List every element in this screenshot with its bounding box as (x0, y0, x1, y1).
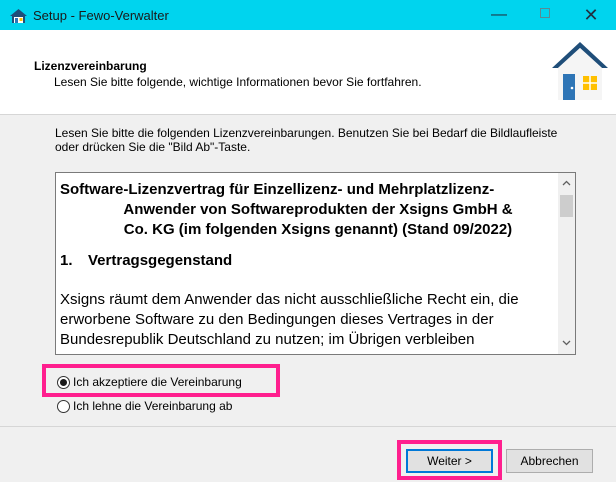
license-textbox[interactable]: Software-Lizenzvertrag für Einzellizenz-… (55, 172, 576, 355)
license-paragraph: Xsigns räumt dem Anwender das nicht auss… (60, 291, 519, 348)
chevron-down-icon (562, 340, 571, 346)
license-content: Software-Lizenzvertrag für Einzellizenz-… (60, 180, 556, 350)
chevron-up-icon (562, 180, 571, 186)
maximize-button[interactable] (522, 0, 568, 30)
license-heading: Software-Lizenzvertrag für Einzellizenz-… (60, 180, 556, 240)
accept-radio-label[interactable]: Ich akzeptiere die Vereinbarung (73, 375, 242, 389)
license-heading-line2: Anwender von Softwareprodukten der Xsign… (123, 201, 513, 218)
scroll-up-arrow[interactable] (558, 175, 575, 192)
accept-radio-button[interactable] (57, 375, 70, 389)
minimize-button[interactable]: — (476, 0, 522, 30)
footer-divider (0, 426, 616, 427)
page-subtitle: Lesen Sie bitte folgende, wichtige Infor… (54, 75, 422, 89)
vertical-scrollbar[interactable] (558, 173, 575, 354)
accept-radio-option[interactable]: Ich akzeptiere die Vereinbarung (57, 373, 242, 391)
section-title: Vertragsgegenstand (88, 252, 233, 269)
decline-radio-label[interactable]: Ich lehne die Vereinbarung ab (73, 399, 232, 413)
cancel-button[interactable]: Abbrechen (506, 449, 593, 473)
window-title: Setup - Fewo-Verwalter (33, 8, 169, 23)
section-number: 1. (60, 252, 73, 269)
maximize-icon (540, 8, 550, 19)
scrollbar-thumb[interactable] (560, 195, 573, 217)
intro-text: Lesen Sie bitte die folgenden Lizenzvere… (55, 126, 558, 154)
house-icon (552, 42, 608, 100)
page-title: Lizenzvereinbarung (34, 59, 147, 73)
decline-radio-option[interactable]: Ich lehne die Vereinbarung ab (57, 397, 232, 415)
license-heading-line1: Software-Lizenzvertrag für Einzellizenz-… (60, 181, 495, 198)
wizard-header: Lizenzvereinbarung Lesen Sie bitte folge… (0, 30, 616, 115)
license-section-heading: 1. Vertragsgegenstand (60, 251, 556, 271)
decline-radio-button[interactable] (57, 399, 70, 413)
app-house-icon (10, 9, 27, 23)
license-heading-line3: Co. KG (im folgenden Xsigns genannt) (St… (123, 221, 513, 238)
next-button[interactable]: Weiter > (406, 449, 493, 473)
close-button[interactable]: ✕ (568, 0, 614, 30)
scroll-down-arrow[interactable] (558, 335, 575, 352)
title-bar[interactable]: Setup - Fewo-Verwalter — ✕ (0, 0, 616, 30)
